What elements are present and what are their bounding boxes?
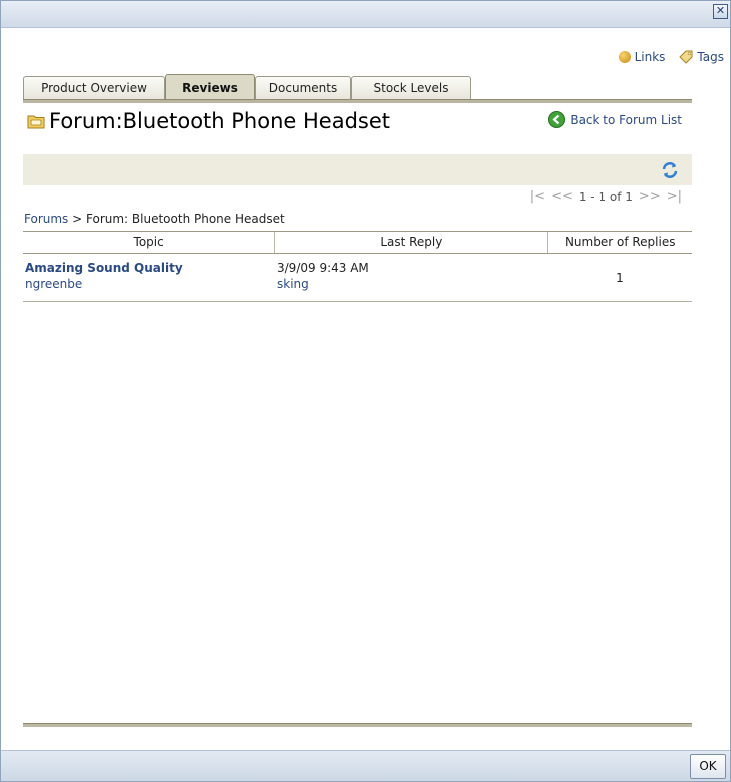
topic-cell: Amazing Sound Quality ngreenbe [23, 254, 275, 301]
breadcrumb-current: Forum: Bluetooth Phone Headset [86, 212, 285, 226]
tab-stock-levels[interactable]: Stock Levels [351, 76, 471, 100]
table-header: Topic Last Reply Number of Replies [23, 231, 692, 254]
replies-count: 1 [616, 271, 624, 285]
previous-page-icon[interactable]: << [551, 189, 573, 204]
pager: |< << 1 - 1 of 1 >> >| [530, 189, 682, 204]
back-label: Back to Forum List [570, 112, 682, 127]
forum-title-text: Forum:Bluetooth Phone Headset [49, 109, 391, 133]
first-page-icon[interactable]: |< [530, 189, 545, 204]
column-header-topic[interactable]: Topic [23, 232, 276, 253]
forum-folder-icon [27, 115, 45, 128]
column-header-last-reply[interactable]: Last Reply [275, 232, 549, 253]
breadcrumb: Forums > Forum: Bluetooth Phone Headset [24, 212, 285, 226]
dialog: ✕ Links Tags Product Overview Reviews Do… [0, 0, 731, 782]
table-row: Amazing Sound Quality ngreenbe 3/9/09 9:… [23, 254, 692, 302]
tab-underline [23, 99, 692, 103]
page-range: 1 - 1 of 1 [578, 189, 633, 204]
tab-product-overview[interactable]: Product Overview [23, 76, 165, 100]
next-page-icon[interactable]: >> [639, 189, 661, 204]
refresh-icon[interactable] [660, 160, 680, 180]
dialog-footer: OK [1, 750, 730, 781]
back-arrow-icon [548, 111, 566, 128]
links-label: Links [634, 50, 666, 64]
tab-reviews[interactable]: Reviews [165, 74, 255, 101]
close-icon[interactable]: ✕ [713, 4, 728, 19]
dialog-titlebar: ✕ [1, 1, 730, 28]
page-title: Forum:Bluetooth Phone Headset [27, 109, 390, 133]
links-icon [618, 51, 631, 63]
topic-author-link[interactable]: ngreenbe [25, 277, 275, 291]
tab-documents[interactable]: Documents [255, 76, 351, 100]
last-page-icon[interactable]: >| [667, 189, 682, 204]
breadcrumb-forums-link[interactable]: Forums [24, 212, 68, 226]
bottom-divider [23, 723, 692, 727]
ok-button[interactable]: OK [690, 754, 726, 779]
last-reply-date: 3/9/09 9:43 AM [277, 261, 369, 275]
links-link[interactable]: Links [618, 50, 666, 64]
last-reply-cell: 3/9/09 9:43 AM sking [275, 254, 548, 301]
tags-label: Tags [697, 50, 724, 64]
topic-link[interactable]: Amazing Sound Quality [25, 261, 275, 275]
topics-table: Topic Last Reply Number of Replies Amazi… [23, 231, 692, 302]
tag-icon [679, 50, 693, 64]
column-header-number-of-replies[interactable]: Number of Replies [548, 232, 692, 253]
grid-toolbar [23, 154, 692, 185]
tags-link[interactable]: Tags [679, 50, 724, 64]
top-links: Links Tags [618, 50, 724, 64]
last-reply-author-link[interactable]: sking [277, 277, 548, 291]
back-to-forum-list-link[interactable]: Back to Forum List [548, 111, 682, 128]
breadcrumb-separator: > [72, 212, 83, 226]
